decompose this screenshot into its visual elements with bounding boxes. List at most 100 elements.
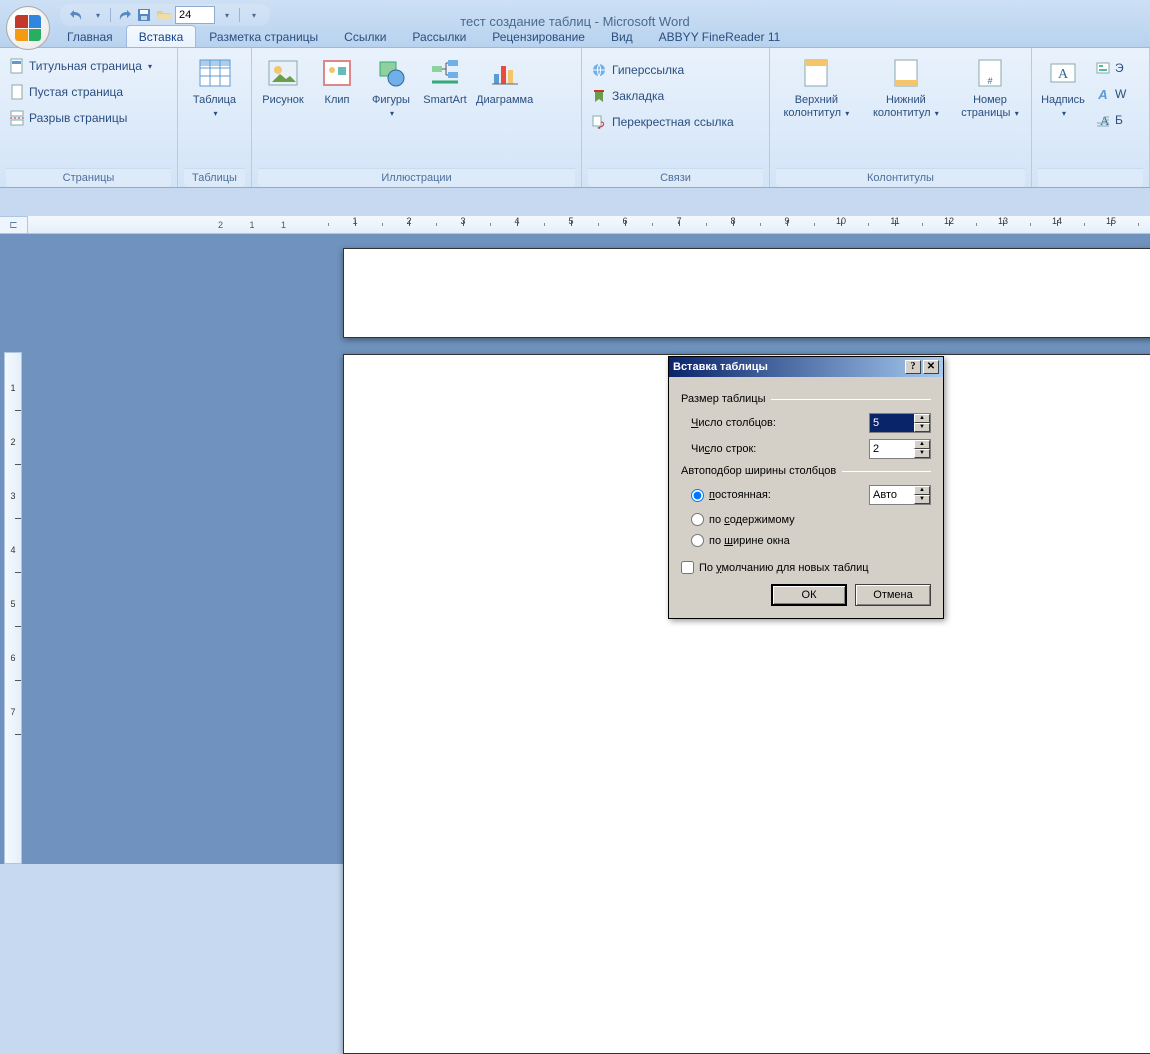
group-text-label <box>1038 168 1143 187</box>
bookmark-button[interactable]: Закладка <box>588 86 737 106</box>
smartart-label: SmartArt <box>423 94 466 107</box>
horizontal-ruler[interactable]: 2 1 1 12345678910111213141516 <box>28 216 1150 234</box>
shapes-label: Фигуры <box>372 94 410 106</box>
wordart-button[interactable]: A W <box>1092 84 1129 104</box>
radio-window[interactable] <box>691 534 704 547</box>
rows-input[interactable] <box>870 440 914 458</box>
columns-down[interactable]: ▼ <box>914 423 930 432</box>
svg-text:A: A <box>1097 87 1107 102</box>
rows-label: Число строк: <box>691 443 869 455</box>
clip-icon <box>320 56 354 90</box>
tab-view[interactable]: Вид <box>598 25 646 47</box>
svg-text:A: A <box>1058 67 1069 82</box>
ruler-corner[interactable]: ⊏ <box>0 216 28 234</box>
pagenum-icon: # <box>973 56 1007 90</box>
footer-label: Нижний колонтитул <box>873 94 931 119</box>
group-links: Гиперссылка Закладка Перекрестная ссылка… <box>582 48 770 187</box>
dialog-close-button[interactable]: ✕ <box>923 360 939 374</box>
ok-button[interactable]: ОК <box>771 584 847 606</box>
dialog-title: Вставка таблицы <box>673 361 903 373</box>
group-headers: Верхний колонтитул ▾ Нижний колонтитул ▾… <box>770 48 1032 187</box>
chart-button[interactable]: Диаграмма <box>474 52 535 111</box>
pagenum-button[interactable]: # Номер страницы ▾ <box>955 52 1025 124</box>
footer-icon <box>889 56 923 90</box>
default-checkbox[interactable] <box>681 561 694 574</box>
wordart-icon: A <box>1095 86 1111 102</box>
chart-icon <box>488 56 522 90</box>
dialog-help-button[interactable]: ? <box>905 360 921 374</box>
quick-parts-icon <box>1095 60 1111 76</box>
cover-page-label: Титульная страница <box>29 59 142 73</box>
group-illustrations-label: Иллюстрации <box>258 168 575 187</box>
group-links-label: Связи <box>588 168 763 187</box>
group-text: A Надпись▾ Э A W A Б <box>1032 48 1150 187</box>
dialog-titlebar[interactable]: Вставка таблицы ? ✕ <box>669 357 943 377</box>
office-logo-icon <box>15 15 41 41</box>
rows-spinner[interactable]: ▲▼ <box>869 439 931 459</box>
header-button[interactable]: Верхний колонтитул ▾ <box>776 52 857 124</box>
picture-icon <box>266 56 300 90</box>
fixed-up[interactable]: ▲ <box>914 486 930 495</box>
quick-parts-button[interactable]: Э <box>1092 58 1129 78</box>
svg-text:#: # <box>987 76 992 86</box>
textbox-icon: A <box>1046 56 1080 90</box>
rows-up[interactable]: ▲ <box>914 440 930 449</box>
group-tables: Таблица▾ Таблицы <box>178 48 252 187</box>
clip-button[interactable]: Клип <box>312 52 362 111</box>
tab-insert[interactable]: Вставка <box>126 25 197 47</box>
textbox-button[interactable]: A Надпись▾ <box>1038 52 1088 124</box>
shapes-icon <box>374 56 408 90</box>
hyperlink-label: Гиперссылка <box>612 63 684 77</box>
radio-content[interactable] <box>691 513 704 526</box>
radio-window-label: по ширине окна <box>709 535 790 547</box>
cover-page-button[interactable]: Титульная страница▾ <box>6 56 155 76</box>
radio-fixed-label: постоянная: <box>709 489 864 501</box>
shapes-button[interactable]: Фигуры▾ <box>366 52 416 124</box>
tab-mailings[interactable]: Рассылки <box>399 25 479 47</box>
tab-page-layout[interactable]: Разметка страницы <box>196 25 331 47</box>
hyperlink-icon <box>591 62 607 78</box>
section-table-size: Размер таблицы <box>681 393 931 405</box>
page-break-button[interactable]: Разрыв страницы <box>6 108 155 128</box>
dropcap-icon: A <box>1095 112 1111 128</box>
crossref-button[interactable]: Перекрестная ссылка <box>588 112 737 132</box>
section-autofit: Автоподбор ширины столбцов <box>681 465 931 477</box>
office-button[interactable] <box>6 6 50 50</box>
page-fragment-top[interactable] <box>343 248 1150 338</box>
tab-home[interactable]: Главная <box>54 25 126 47</box>
columns-spinner[interactable]: ▲▼ <box>869 413 931 433</box>
columns-up[interactable]: ▲ <box>914 414 930 423</box>
textbox-label: Надпись <box>1041 94 1085 106</box>
document-workspace <box>28 234 1150 864</box>
cancel-button[interactable]: Отмена <box>855 584 931 606</box>
smartart-button[interactable]: SmartArt <box>420 52 470 111</box>
tab-references[interactable]: Ссылки <box>331 25 399 47</box>
pagenum-label: Номер страницы <box>961 94 1010 119</box>
columns-input[interactable] <box>870 414 914 432</box>
tab-review[interactable]: Рецензирование <box>479 25 598 47</box>
tab-abbyy[interactable]: ABBYY FineReader 11 <box>646 25 794 47</box>
ribbon-tabs: Главная Вставка Разметка страницы Ссылки… <box>54 25 793 47</box>
vertical-ruler[interactable]: 1234567 <box>4 352 22 864</box>
crossref-label: Перекрестная ссылка <box>612 115 734 129</box>
fixed-width-spinner[interactable]: ▲▼ <box>869 485 931 505</box>
picture-button[interactable]: Рисунок <box>258 52 308 111</box>
header-label: Верхний колонтитул <box>783 94 841 119</box>
hyperlink-button[interactable]: Гиперссылка <box>588 60 737 80</box>
bookmark-label: Закладка <box>612 89 664 103</box>
footer-button[interactable]: Нижний колонтитул ▾ <box>867 52 945 124</box>
bookmark-icon <box>591 88 607 104</box>
table-icon <box>198 56 232 90</box>
blank-page-button[interactable]: Пустая страница <box>6 82 155 102</box>
rows-down[interactable]: ▼ <box>914 449 930 458</box>
fixed-width-input[interactable] <box>870 486 914 504</box>
page-break-label: Разрыв страницы <box>29 111 127 125</box>
radio-content-label: по содержимому <box>709 514 795 526</box>
radio-fixed[interactable] <box>691 489 704 502</box>
insert-table-dialog: Вставка таблицы ? ✕ Размер таблицы Число… <box>668 356 944 619</box>
table-button[interactable]: Таблица▾ <box>190 52 240 124</box>
chart-label: Диаграмма <box>476 94 533 107</box>
columns-label: Число столбцов: <box>691 417 869 429</box>
fixed-down[interactable]: ▼ <box>914 495 930 504</box>
dropcap-button[interactable]: A Б <box>1092 110 1129 130</box>
